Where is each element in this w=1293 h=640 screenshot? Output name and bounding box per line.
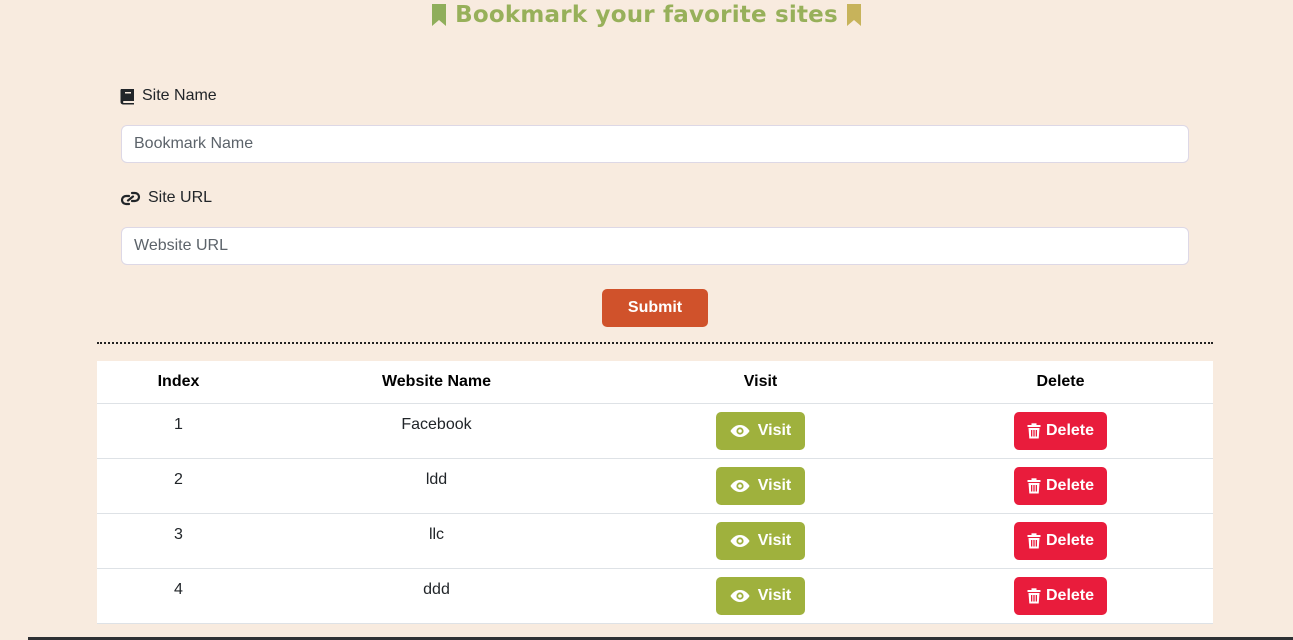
- visit-button[interactable]: Visit: [716, 412, 805, 450]
- page-title: Bookmark your favorite sites: [455, 2, 838, 28]
- row-index: 3: [97, 513, 260, 569]
- header-visit: Visit: [613, 361, 908, 404]
- site-url-input[interactable]: [121, 227, 1189, 265]
- row-website-name: ddd: [260, 568, 613, 624]
- bookmark-icon: [432, 4, 447, 26]
- visit-button[interactable]: Visit: [716, 522, 805, 560]
- book-icon: [120, 88, 134, 104]
- eye-icon: [730, 480, 750, 492]
- submit-button[interactable]: Submit: [602, 289, 708, 327]
- row-visit-cell: Visit: [613, 568, 908, 624]
- site-url-label-text: Site URL: [148, 189, 213, 206]
- link-icon: [120, 191, 141, 205]
- trash-icon: [1027, 533, 1041, 549]
- table-row: 4 ddd Visit Delete: [97, 568, 1213, 624]
- header-delete: Delete: [908, 361, 1213, 404]
- section-divider: [97, 342, 1213, 344]
- delete-button[interactable]: Delete: [1014, 412, 1107, 450]
- row-index: 4: [97, 568, 260, 624]
- delete-button[interactable]: Delete: [1014, 577, 1107, 615]
- eye-icon: [730, 535, 750, 547]
- delete-button[interactable]: Delete: [1014, 467, 1107, 505]
- site-name-label-text: Site Name: [142, 87, 217, 104]
- visit-button-label: Visit: [757, 587, 792, 604]
- row-index: 1: [97, 403, 260, 459]
- row-delete-cell: Delete: [908, 513, 1213, 569]
- delete-button-label: Delete: [1045, 532, 1095, 549]
- row-index: 2: [97, 458, 260, 514]
- table-row: 2 ldd Visit Delete: [97, 458, 1213, 514]
- row-website-name: llc: [260, 513, 613, 569]
- row-website-name: ldd: [260, 458, 613, 514]
- trash-icon: [1027, 423, 1041, 439]
- page-header: Bookmark your favorite sites: [0, 0, 1293, 30]
- row-delete-cell: Delete: [908, 568, 1213, 624]
- header-index: Index: [97, 361, 260, 404]
- visit-button[interactable]: Visit: [716, 577, 805, 615]
- bookmark-icon: [846, 4, 861, 26]
- row-visit-cell: Visit: [613, 403, 908, 459]
- eye-icon: [730, 590, 750, 602]
- delete-button-label: Delete: [1045, 477, 1095, 494]
- site-name-label: Site Name: [120, 87, 217, 105]
- table-row: 3 llc Visit Delete: [97, 513, 1213, 569]
- visit-button-label: Visit: [757, 532, 792, 549]
- trash-icon: [1027, 478, 1041, 494]
- delete-button[interactable]: Delete: [1014, 522, 1107, 560]
- eye-icon: [730, 425, 750, 437]
- row-delete-cell: Delete: [908, 403, 1213, 459]
- row-visit-cell: Visit: [613, 513, 908, 569]
- row-delete-cell: Delete: [908, 458, 1213, 514]
- row-website-name: Facebook: [260, 403, 613, 459]
- table-header-row: Index Website Name Visit Delete: [97, 361, 1213, 404]
- table-row: 1 Facebook Visit Delete: [97, 403, 1213, 459]
- visit-button[interactable]: Visit: [716, 467, 805, 505]
- delete-button-label: Delete: [1045, 422, 1095, 439]
- header-website-name: Website Name: [260, 361, 613, 404]
- site-url-label: Site URL: [120, 189, 212, 207]
- row-visit-cell: Visit: [613, 458, 908, 514]
- visit-button-label: Visit: [757, 422, 792, 439]
- trash-icon: [1027, 588, 1041, 604]
- delete-button-label: Delete: [1045, 587, 1095, 604]
- visit-button-label: Visit: [757, 477, 792, 494]
- bookmarks-table: Index Website Name Visit Delete 1 Faceboo…: [97, 361, 1213, 624]
- site-name-input[interactable]: [121, 125, 1189, 163]
